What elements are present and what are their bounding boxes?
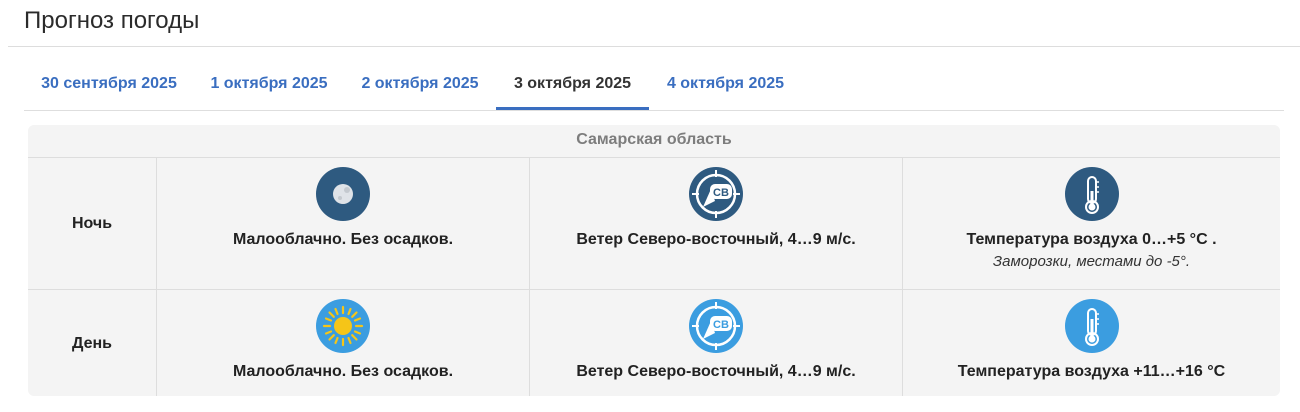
divider [28,157,1280,158]
date-tabs: 30 сентября 2025 1 октября 2025 2 октябр… [24,62,1284,111]
period-day: День [72,335,112,352]
region-name: Самарская область [576,131,732,148]
wind-direction-code: СВ [713,319,729,331]
tab-2025-09-30[interactable]: 30 сентября 2025 [24,62,194,108]
temp-text-night: Температура воздуха 0…+5 °С . [966,231,1217,248]
page-title: Прогноз погоды [24,7,200,34]
sky-cell-day: Малооблачно. Без осадков. [157,299,529,381]
sky-cell-night: Малооблачно. Без осадков. [157,167,529,249]
wind-compass-icon: СВ [689,167,743,221]
tab-2025-10-02[interactable]: 2 октября 2025 [344,62,496,108]
tab-2025-10-04[interactable]: 4 октября 2025 [649,62,802,108]
thermometer-icon [1064,167,1119,221]
temp-note-night: Заморозки, местами до -5°. [992,253,1191,270]
sky-text-day: Малооблачно. Без осадков. [232,363,454,380]
temp-cell-night: Температура воздуха 0…+5 °С . Заморозки,… [903,167,1280,270]
tab-2025-10-03[interactable]: 3 октября 2025 [496,62,649,110]
wind-cell-day: СВ Ветер Северо-восточный, 4…9 м/с. [530,299,902,381]
moon-icon [316,167,370,221]
sky-text-night: Малооблачно. Без осадков. [232,231,454,248]
wind-cell-night: СВ Ветер Северо-восточный, 4…9 м/с. [530,167,902,249]
tab-2025-10-01[interactable]: 1 октября 2025 [194,62,344,108]
temp-cell-day: Температура воздуха +11…+16 °С [903,299,1280,381]
sun-icon [316,299,370,353]
wind-direction-code: СВ [713,187,729,199]
forecast-card: Самарская область Ночь Малооблачно. Без … [28,125,1280,396]
thermometer-icon [1064,299,1119,353]
temp-text-day: Температура воздуха +11…+16 °С [957,363,1226,380]
period-night: Ночь [71,215,113,232]
wind-text-day: Ветер Северо-восточный, 4…9 м/с. [576,363,856,380]
wind-text-night: Ветер Северо-восточный, 4…9 м/с. [576,231,856,248]
title-divider [8,46,1300,47]
divider [28,289,1280,290]
wind-compass-icon: СВ [689,299,743,353]
